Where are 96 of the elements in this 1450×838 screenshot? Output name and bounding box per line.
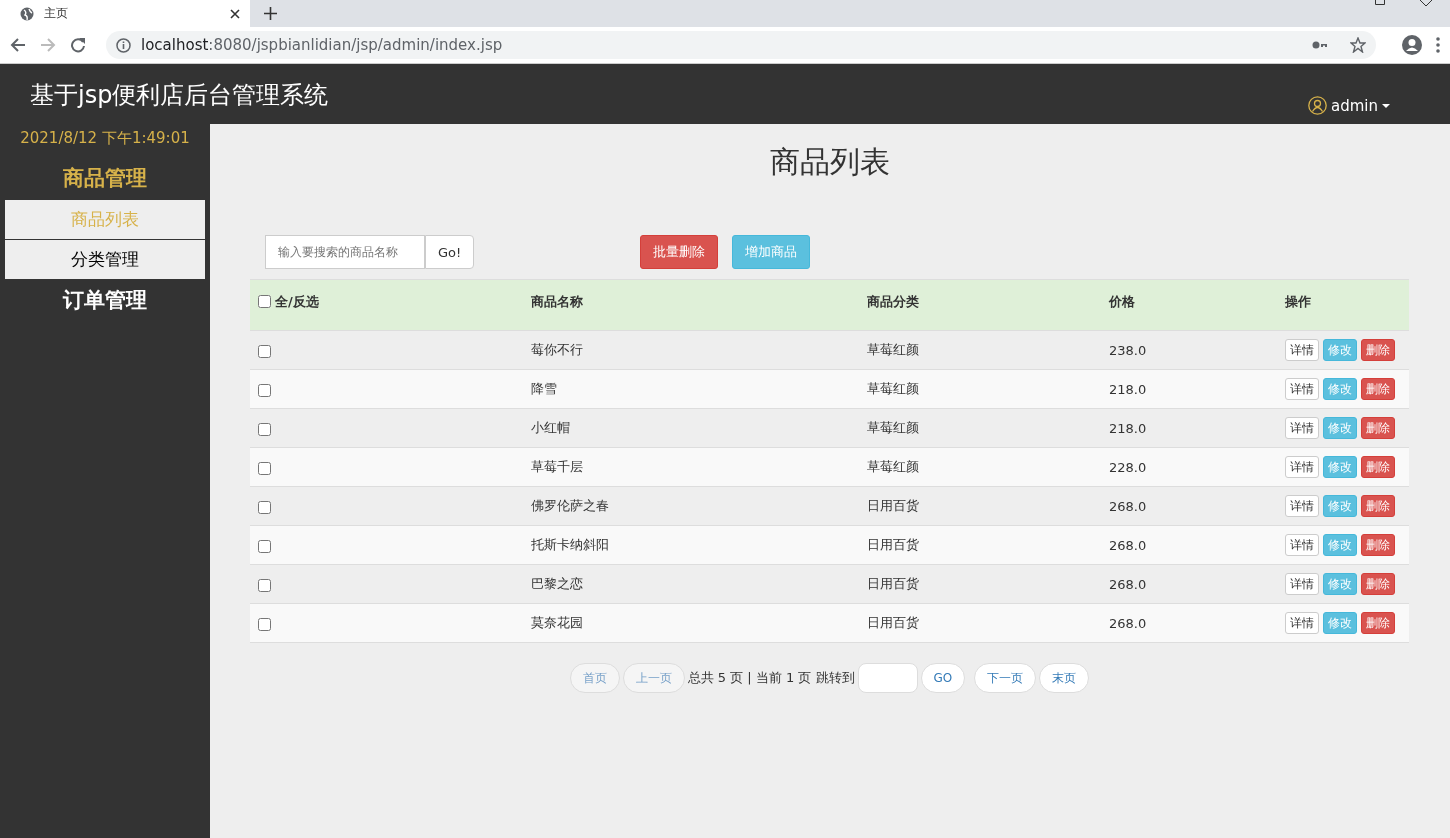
row-action-button[interactable]: 详情 <box>1285 378 1319 400</box>
column-header: 商品分类 <box>867 294 919 309</box>
table-cell: 日用百货 <box>867 576 919 591</box>
page-title: 商品列表 <box>768 143 891 181</box>
row-checkbox[interactable] <box>258 500 271 514</box>
new-tab-icon[interactable] <box>264 7 277 20</box>
maximize-icon[interactable] <box>1375 0 1385 5</box>
user-menu[interactable]: admin <box>1308 96 1390 115</box>
prev-page-button[interactable]: 上一页 <box>622 663 685 693</box>
row-action-button[interactable]: 删除 <box>1361 339 1395 361</box>
row-action-button[interactable]: 详情 <box>1285 456 1319 478</box>
table-cell: 草莓红颜 <box>867 459 919 474</box>
row-checkbox[interactable] <box>258 461 271 475</box>
app-title: 基于jsp便利店后台管理系统 <box>30 80 329 111</box>
row-checkbox[interactable] <box>258 578 271 592</box>
table-cell: 日用百货 <box>867 615 919 630</box>
row-action-button[interactable]: 修改 <box>1323 573 1357 595</box>
row-checkbox[interactable] <box>258 422 271 436</box>
row-action-button[interactable]: 修改 <box>1323 378 1357 400</box>
go-button[interactable]: GO <box>920 663 966 693</box>
table-cell: 莓你不行 <box>531 342 583 357</box>
globe-icon <box>20 6 34 21</box>
row-action-button[interactable]: 删除 <box>1361 612 1395 634</box>
column-header: 全/反选 <box>275 292 319 311</box>
sidebar-group[interactable]: 商品管理 <box>63 164 147 192</box>
table-cell: 托斯卡纳斜阳 <box>531 537 609 552</box>
table-cell: 218.0 <box>1109 381 1147 397</box>
table-cell: 莫奈花园 <box>531 615 583 630</box>
star-icon[interactable] <box>1350 37 1366 53</box>
search-field[interactable]: 输入要搜索的商品名称 <box>265 235 425 269</box>
profile-icon[interactable] <box>1402 35 1422 55</box>
column-header: 商品名称 <box>531 294 583 309</box>
table-cell: 日用百货 <box>867 537 919 552</box>
user-icon <box>1308 96 1327 115</box>
back-arrow-icon[interactable] <box>10 37 26 53</box>
first-page-button[interactable]: 首页 <box>569 663 620 693</box>
row-action-button[interactable]: 删除 <box>1361 495 1395 517</box>
toolbar-button[interactable]: 批量删除 <box>640 235 719 269</box>
row-action-button[interactable]: 删除 <box>1361 378 1395 400</box>
table-cell: 218.0 <box>1109 420 1147 436</box>
table-cell: 草莓千层 <box>531 459 583 474</box>
table-cell: 268.0 <box>1109 498 1147 514</box>
sidebar-group[interactable]: 订单管理 <box>63 286 147 314</box>
row-action-button[interactable]: 修改 <box>1323 339 1357 361</box>
table-cell: 巴黎之恋 <box>531 576 583 591</box>
row-action-button[interactable]: 删除 <box>1361 417 1395 439</box>
key-icon[interactable] <box>1312 40 1328 50</box>
table-cell: 草莓红颜 <box>867 342 919 357</box>
table-cell: 238.0 <box>1109 342 1147 358</box>
table-cell: 降雪 <box>531 381 557 396</box>
table-cell: 268.0 <box>1109 537 1147 553</box>
row-action-button[interactable]: 删除 <box>1361 534 1395 556</box>
table-cell: 268.0 <box>1109 576 1147 592</box>
reload-icon[interactable] <box>70 37 86 53</box>
row-action-button[interactable]: 修改 <box>1323 534 1357 556</box>
row-action-button[interactable]: 修改 <box>1323 456 1357 478</box>
table-cell: 日用百货 <box>867 498 919 513</box>
browser-tab[interactable]: 主页 <box>0 0 250 27</box>
toolbar-button[interactable]: 增加商品 <box>732 235 811 269</box>
caret-icon <box>1382 103 1390 108</box>
last-page-button[interactable]: 末页 <box>1039 663 1090 693</box>
table-cell: 佛罗伦萨之春 <box>531 498 609 513</box>
row-checkbox[interactable] <box>258 383 271 397</box>
table-cell: 268.0 <box>1109 615 1147 631</box>
page-info: 总共 5 页 | 当前 1 页 跳转到 <box>687 669 855 687</box>
row-checkbox[interactable] <box>258 617 271 631</box>
select-all-checkbox[interactable] <box>258 295 271 309</box>
row-action-button[interactable]: 详情 <box>1285 417 1319 439</box>
column-header: 操作 <box>1285 294 1311 309</box>
row-action-button[interactable]: 详情 <box>1285 612 1319 634</box>
row-checkbox[interactable] <box>258 344 271 358</box>
row-checkbox[interactable] <box>258 539 271 553</box>
row-action-button[interactable]: 详情 <box>1285 534 1319 556</box>
row-action-button[interactable]: 删除 <box>1361 456 1395 478</box>
search-button[interactable]: Go! <box>425 235 475 269</box>
menu-icon[interactable] <box>1436 37 1440 53</box>
row-action-button[interactable]: 详情 <box>1285 495 1319 517</box>
table-cell: 228.0 <box>1109 459 1147 475</box>
url-text: localhost:8080/jspbianlidian/jsp/admin/index.jsp <box>141 36 503 54</box>
row-action-button[interactable]: 修改 <box>1323 495 1357 517</box>
next-page-button[interactable]: 下一页 <box>974 663 1037 693</box>
table-cell: 草莓红颜 <box>867 420 919 435</box>
row-action-button[interactable]: 详情 <box>1285 573 1319 595</box>
column-header: 价格 <box>1109 294 1135 309</box>
sidebar-item[interactable]: 分类管理 <box>5 240 205 280</box>
table-cell: 草莓红颜 <box>867 381 919 396</box>
tab-title: 主页 <box>44 5 69 22</box>
row-action-button[interactable]: 详情 <box>1285 339 1319 361</box>
page-jump-field[interactable] <box>857 663 918 693</box>
datetime-text: 2021/8/12 下午1:49:01 <box>20 129 190 148</box>
row-action-button[interactable]: 修改 <box>1323 417 1357 439</box>
row-action-button[interactable]: 修改 <box>1323 612 1357 634</box>
info-icon[interactable] <box>116 37 131 53</box>
address-bar[interactable]: localhost:8080/jspbianlidian/jsp/admin/index.jsp <box>106 31 1376 59</box>
table-cell: 小红帽 <box>531 420 570 435</box>
row-action-button[interactable]: 删除 <box>1361 573 1395 595</box>
